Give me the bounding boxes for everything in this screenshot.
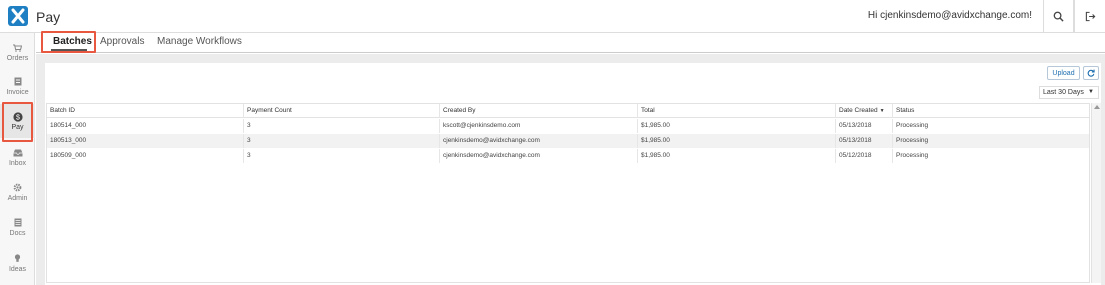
tab-batches-highlight <box>41 31 96 53</box>
table-row[interactable]: 180509_000 3 cjenkinsdemo@avidxchange.co… <box>47 149 1089 163</box>
cell-total: $1,985.00 <box>637 149 835 163</box>
scroll-up-arrow-icon[interactable] <box>1094 105 1100 109</box>
column-header-status[interactable]: Status <box>892 104 1089 118</box>
sidebar: Orders Invoice $ Pay Inbox Admin Docs Id… <box>0 33 35 285</box>
cell-payment-count: 3 <box>243 119 439 133</box>
logout-icon <box>1085 11 1095 22</box>
cell-date-created: 05/13/2018 <box>835 119 892 133</box>
column-header-total[interactable]: Total <box>637 104 835 118</box>
content-area: Upload Last 30 Days ▼ Batch ID Payment C… <box>36 54 1105 285</box>
tab-approvals[interactable]: Approvals <box>100 36 144 47</box>
sidebar-item-inbox[interactable]: Inbox <box>0 140 35 174</box>
logout-button[interactable] <box>1074 0 1105 33</box>
page-title: Pay <box>36 9 61 25</box>
user-greeting: Hi cjenkinsdemo@avidxchange.com! <box>867 10 1032 21</box>
refresh-button[interactable] <box>1083 66 1099 80</box>
cell-created-by: cjenkinsdemo@avidxchange.com <box>439 149 637 163</box>
sidebar-item-label: Admin <box>7 194 28 202</box>
cart-icon <box>13 43 23 53</box>
sidebar-item-label: Ideas <box>8 265 27 273</box>
cell-payment-count: 3 <box>243 134 439 148</box>
cell-status: Processing <box>892 149 1089 163</box>
cell-date-created: 05/12/2018 <box>835 149 892 163</box>
date-range-value: Last 30 Days <box>1043 89 1084 96</box>
sidebar-item-label: Orders <box>6 54 29 62</box>
x-logo-icon[interactable] <box>8 6 28 26</box>
tab-manage-workflows[interactable]: Manage Workflows <box>157 36 242 47</box>
sidebar-item-label: Inbox <box>8 159 27 167</box>
sidebar-item-ideas[interactable]: Ideas <box>0 246 35 280</box>
column-header-created-by[interactable]: Created By <box>439 104 637 118</box>
cell-batch-id: 180514_000 <box>50 122 87 129</box>
date-range-select[interactable]: Last 30 Days ▼ <box>1039 86 1099 99</box>
cell-date-created: 05/13/2018 <box>835 134 892 148</box>
sidebar-item-orders[interactable]: Orders <box>0 35 35 69</box>
sidebar-pay-highlight <box>2 102 33 142</box>
cell-batch-id: 180509_000 <box>50 152 87 159</box>
cell-total: $1,985.00 <box>637 119 835 133</box>
cell-total: $1,985.00 <box>637 134 835 148</box>
search-icon <box>1053 11 1064 22</box>
upload-button[interactable]: Upload <box>1047 66 1080 80</box>
sidebar-item-label: Docs <box>9 229 26 237</box>
sidebar-item-invoice[interactable]: Invoice <box>0 69 35 103</box>
lightbulb-icon <box>13 254 23 264</box>
batches-panel: Upload Last 30 Days ▼ Batch ID Payment C… <box>45 63 1101 285</box>
sidebar-item-admin[interactable]: Admin <box>0 175 35 209</box>
cell-batch-id: 180513_000 <box>50 137 87 144</box>
column-header-date-created[interactable]: Date Created ▼ <box>835 104 892 118</box>
cell-payment-count: 3 <box>243 149 439 163</box>
sort-desc-icon: ▼ <box>879 108 885 114</box>
inbox-icon <box>13 148 23 158</box>
cell-created-by: cjenkinsdemo@avidxchange.com <box>439 134 637 148</box>
sidebar-item-label: Invoice <box>6 88 29 96</box>
cell-status: Processing <box>892 134 1089 148</box>
search-button[interactable] <box>1043 0 1074 33</box>
gear-icon <box>13 183 23 193</box>
vertical-scrollbar[interactable] <box>1091 103 1101 283</box>
column-header-batch-id[interactable]: Batch ID <box>47 104 243 118</box>
cell-status: Processing <box>892 119 1089 133</box>
cell-created-by: kscott@cjenkinsdemo.com <box>439 119 637 133</box>
chevron-down-icon: ▼ <box>1088 89 1094 95</box>
docs-icon <box>13 218 23 228</box>
refresh-icon <box>1087 69 1095 77</box>
table-header-row: Batch ID Payment Count Created By Total … <box>47 104 1089 118</box>
invoice-icon <box>13 77 23 87</box>
sidebar-item-docs[interactable]: Docs <box>0 210 35 244</box>
table-row[interactable]: 180514_000 3 kscott@cjenkinsdemo.com $1,… <box>47 119 1089 133</box>
tab-bar: Batches Approvals Manage Workflows <box>36 33 1105 53</box>
column-header-label: Date Created <box>839 107 878 114</box>
batches-table: Batch ID Payment Count Created By Total … <box>46 103 1090 283</box>
top-header: Pay Hi cjenkinsdemo@avidxchange.com! <box>0 0 1105 33</box>
table-row[interactable]: 180513_000 3 cjenkinsdemo@avidxchange.co… <box>47 134 1089 148</box>
column-header-payment-count[interactable]: Payment Count <box>243 104 439 118</box>
